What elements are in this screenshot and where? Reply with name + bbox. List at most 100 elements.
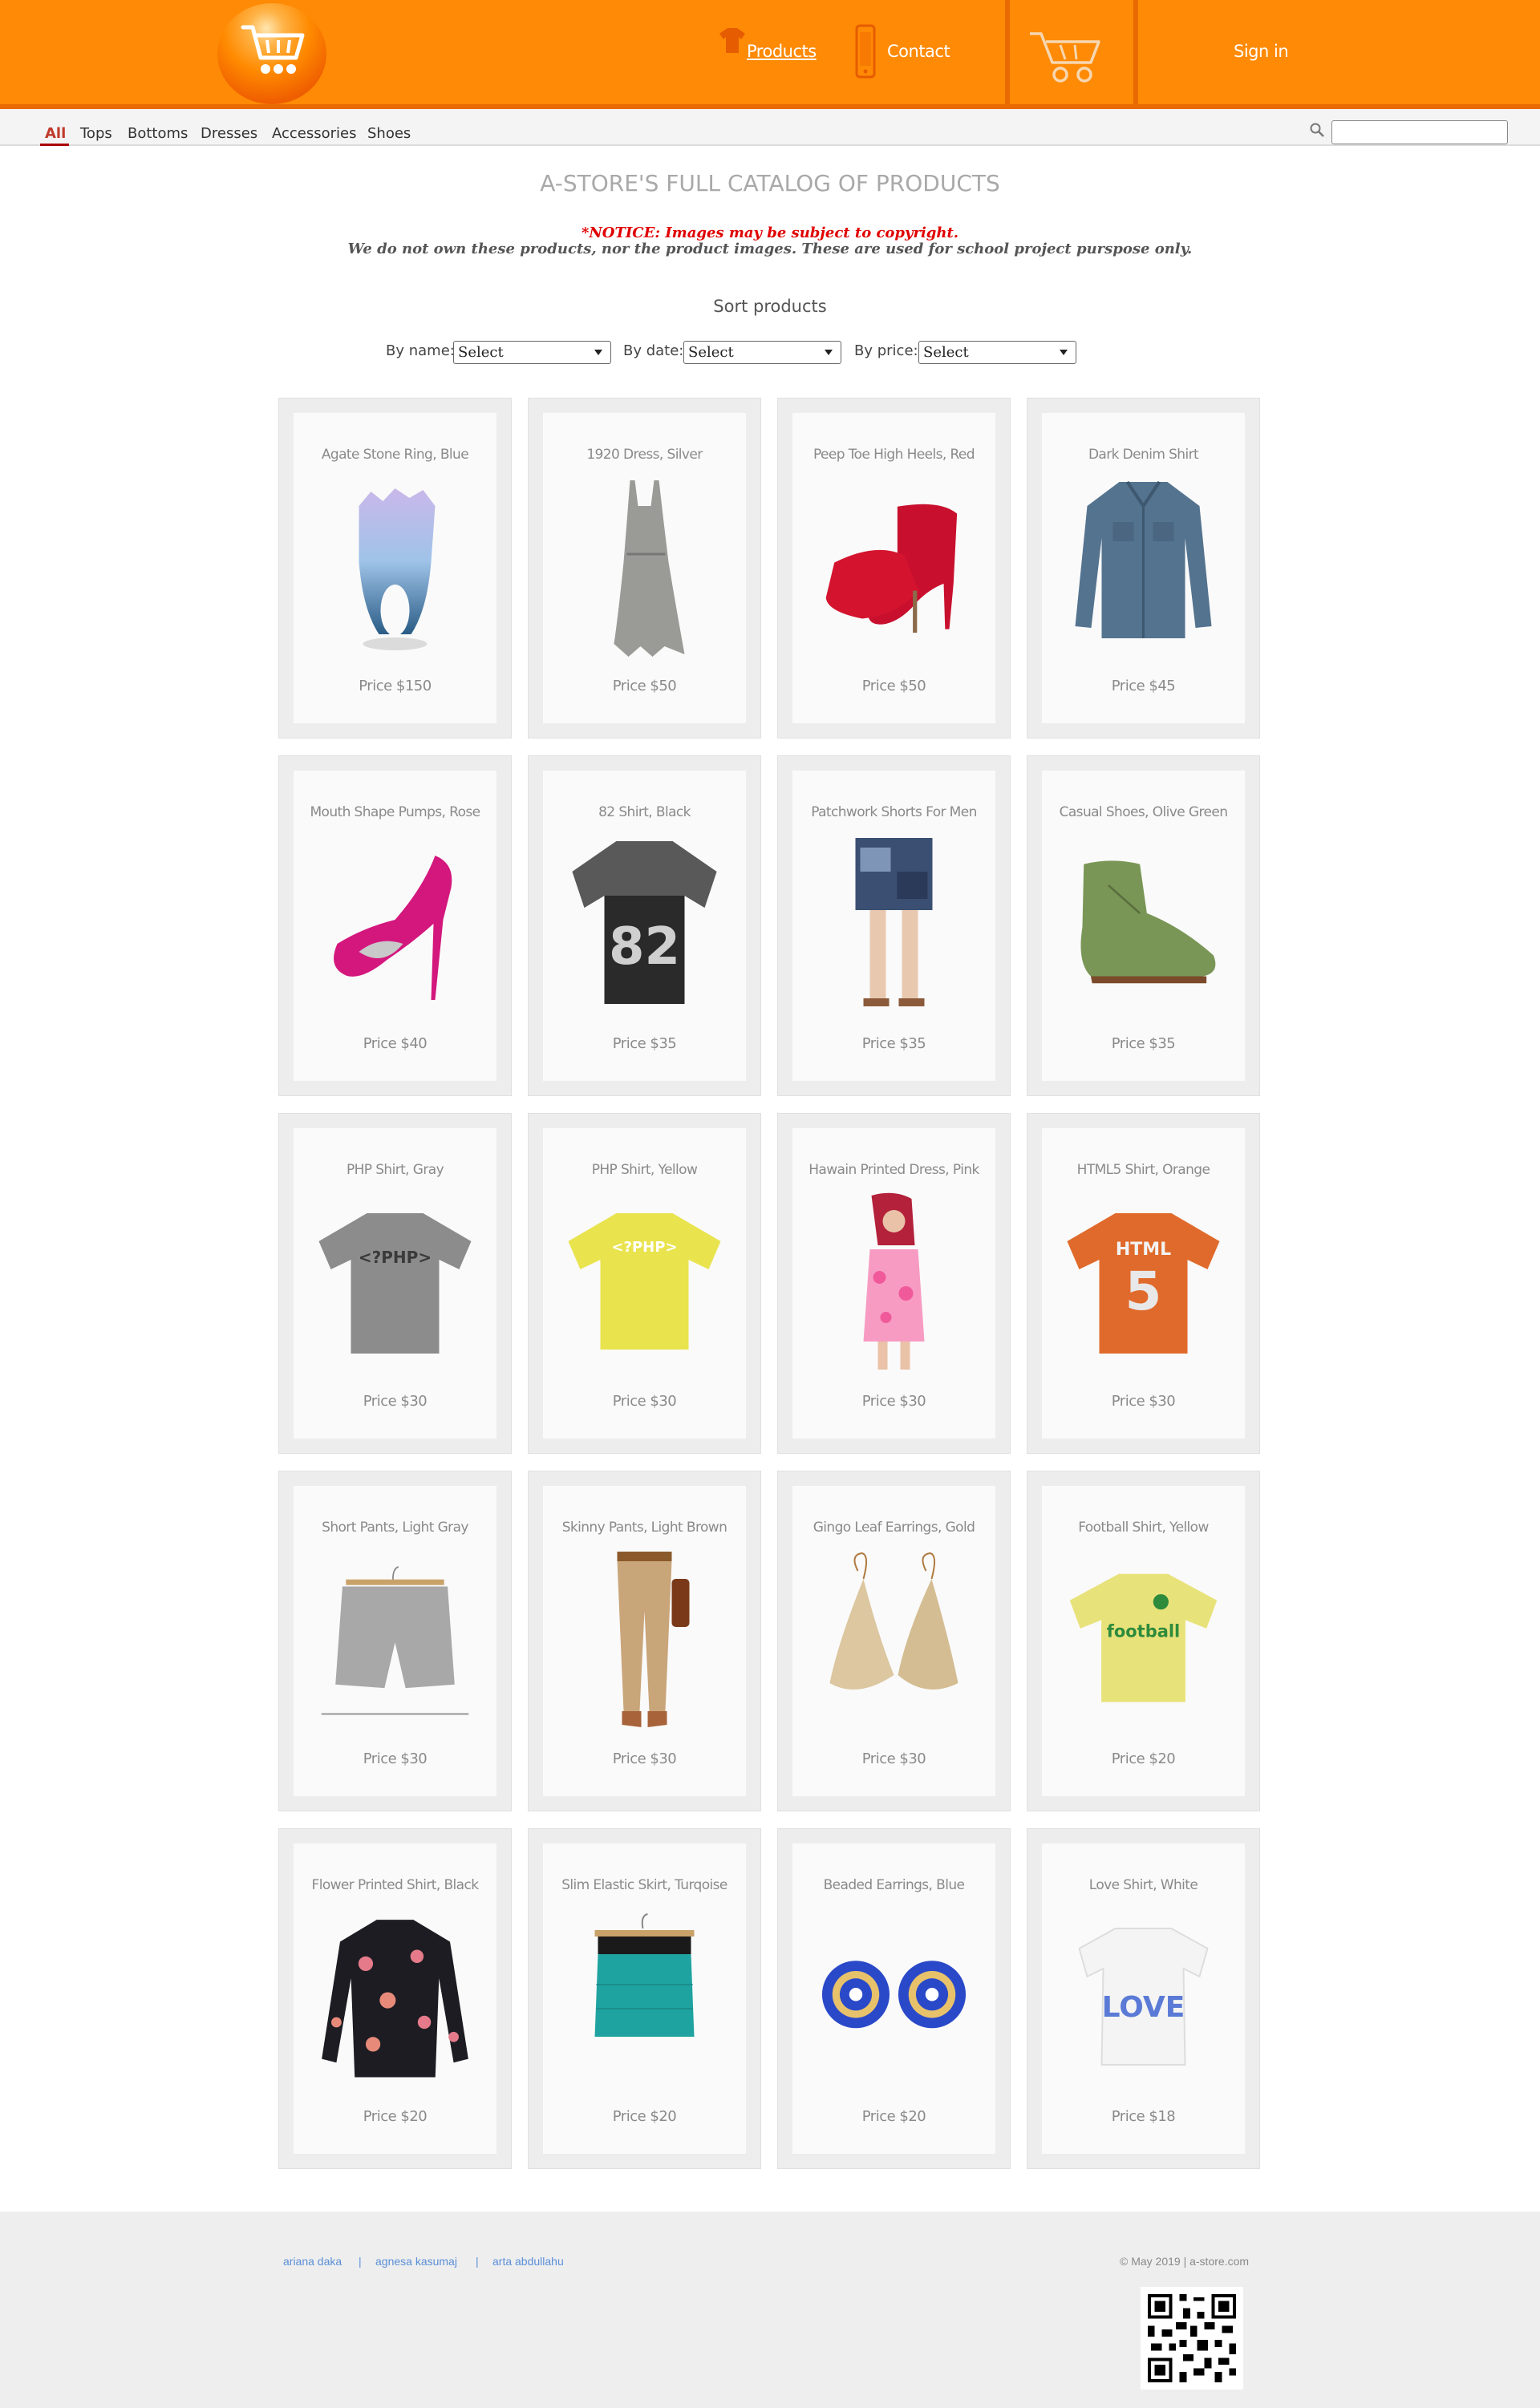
footer-link-agnesa-kasumaj[interactable]: agnesa kasumaj [375,2255,457,2268]
product-price: Price $30 [363,1750,428,1767]
product-card[interactable]: Slim Elastic Skirt, Turqoise Price $20 [528,1828,761,2169]
product-price: Price $40 [363,1035,428,1052]
shirt-82-print: 82 [609,917,680,977]
sort-by-name-select[interactable]: Select [453,341,611,364]
product-price: Price $35 [612,1035,677,1052]
footer-link-arta-abdullahu[interactable]: arta abdullahu [492,2255,564,2268]
footer-separator: | [476,2255,479,2268]
html5-orange-shirt-image: HTML 5 [1067,1213,1220,1354]
silver-dress-image [614,480,685,657]
product-name: HTML5 Shirt, Orange [1076,1162,1210,1178]
product-price: Price $35 [1111,1035,1176,1052]
product-card[interactable]: 82 Shirt, Black 82 Price $35 [528,755,761,1096]
denim-shirt-image [1075,480,1212,638]
product-price: Price $20 [363,2108,428,2125]
brown-skinny-pants-image [617,1552,690,1727]
product-price: Price $30 [612,1750,677,1767]
product-name: Skinny Pants, Light Brown [561,1520,727,1536]
copyright-notice: *NOTICE: Images may be subject to copyri… [581,225,959,241]
sort-by-date-select[interactable]: Select [683,341,841,364]
black-flower-shirt-image [322,1920,468,2078]
chevron-down-icon [1060,350,1068,355]
header-bar: Products Contact Sign in [0,0,1540,104]
nav-products-link[interactable]: Products [747,42,817,66]
product-name: Patchwork Shorts For Men [811,804,977,820]
gray-short-pants-image [321,1566,469,1715]
product-card[interactable]: HTML5 Shirt, Orange HTML 5 Price $30 [1027,1113,1260,1454]
product-price: Price $30 [612,1393,677,1410]
product-name: Dark Denim Shirt [1088,447,1199,463]
product-card[interactable]: Patchwork Shorts For Men Price $35 [777,755,1011,1096]
sort-by-price-select[interactable]: Select [918,341,1076,364]
copyright-text: © May 2019 | a-store.com [1120,2255,1250,2268]
search-icon[interactable] [1309,122,1325,138]
yellow-football-shirt-image: football [1069,1573,1218,1702]
shopping-cart-icon[interactable] [1028,30,1102,83]
product-name: PHP Shirt, Yellow [591,1162,698,1178]
shopping-cart-logo-icon [241,25,305,74]
sort-by-price-value: Select [923,344,969,361]
category-bottoms[interactable]: Bottoms [128,125,188,142]
sort-by-date-value: Select [688,344,734,361]
product-name: Gingo Leaf Earrings, Gold [813,1520,975,1536]
product-card[interactable]: Short Pants, Light Gray Price $30 [278,1471,512,1811]
category-shoes[interactable]: Shoes [367,125,411,142]
category-all[interactable]: All [45,125,66,142]
product-name: 1920 Dress, Silver [586,447,703,463]
category-tops[interactable]: Tops [80,125,112,142]
product-card[interactable]: Flower Printed Shirt, Black Price $20 [278,1828,512,2169]
product-card[interactable]: Beaded Earrings, Blue Price $20 [777,1828,1011,2169]
product-name: Casual Shoes, Olive Green [1059,804,1228,820]
product-card[interactable]: Dark Denim Shirt Price $45 [1027,398,1260,739]
product-card[interactable]: Mouth Shape Pumps, Rose Price $40 [278,755,512,1096]
sort-by-name-value: Select [458,344,504,361]
footer-link-ariana-daka[interactable]: ariana daka [283,2255,342,2268]
gold-leaf-earrings-image [829,1552,958,1690]
product-name: Short Pants, Light Gray [322,1520,468,1536]
product-name: Slim Elastic Skirt, Turqoise [561,1877,727,1893]
olive-shoe-image [1080,860,1216,984]
active-category-underline [40,144,69,146]
product-price: Price $20 [612,2108,677,2125]
pink-dress-image [863,1192,925,1370]
php-gray-print: <?PHP> [359,1248,432,1267]
product-name: 82 Shirt, Black [598,804,691,820]
product-name: Hawain Printed Dress, Pink [808,1162,979,1178]
product-card[interactable]: Skinny Pants, Light Brown Price $30 [528,1471,761,1811]
product-card[interactable]: Football Shirt, Yellow football Price $2… [1027,1471,1260,1811]
product-price: Price $30 [861,1393,926,1410]
header-divider [1005,0,1010,104]
search-input[interactable] [1331,120,1508,144]
product-card[interactable]: Peep Toe High Heels, Red Price $50 [777,398,1011,739]
page-title: A-STORE'S FULL CATALOG OF PRODUCTS [540,170,1000,196]
qr-code-icon [1141,2287,1243,2390]
football-print: football [1107,1621,1181,1641]
product-card[interactable]: PHP Shirt, Gray <?PHP> Price $30 [278,1113,512,1454]
product-card[interactable]: Love Shirt, White LOVE Price $18 [1027,1828,1260,2169]
footer: ariana daka | agnesa kasumaj | arta abdu… [0,2212,1540,2408]
product-price: Price $150 [359,678,432,694]
product-name: Football Shirt, Yellow [1078,1520,1209,1536]
product-card[interactable]: Hawain Printed Dress, Pink Price $30 [777,1113,1011,1454]
product-name: Beaded Earrings, Blue [823,1877,965,1893]
header-divider [1133,0,1138,104]
sort-by-price-label: By price: [854,342,918,359]
category-accessories[interactable]: Accessories [272,125,357,142]
product-card[interactable]: 1920 Dress, Silver Price $50 [528,398,761,739]
html5-print-number: 5 [1125,1261,1162,1322]
product-card[interactable]: PHP Shirt, Yellow <?PHP> Price $30 [528,1113,761,1454]
sign-in-link[interactable]: Sign in [1234,42,1289,66]
product-grid: Agate Stone Ring, Blue Price $150 1920 D… [278,398,1262,2171]
category-dresses[interactable]: Dresses [201,125,257,142]
product-card[interactable]: Casual Shoes, Olive Green Price $35 [1027,755,1260,1096]
agate-ring-image [359,488,436,650]
nav-contact-link[interactable]: Contact [887,42,950,66]
product-card[interactable]: Agate Stone Ring, Blue Price $150 [278,398,512,739]
product-name: Mouth Shape Pumps, Rose [310,804,480,820]
rose-pumps-image [334,856,452,1000]
sort-by-date-label: By date: [623,342,684,359]
product-price: Price $30 [363,1393,428,1410]
disclaimer-text: We do not own these products, nor the pr… [347,241,1193,257]
store-logo[interactable] [217,3,326,104]
product-card[interactable]: Gingo Leaf Earrings, Gold Price $30 [777,1471,1011,1811]
